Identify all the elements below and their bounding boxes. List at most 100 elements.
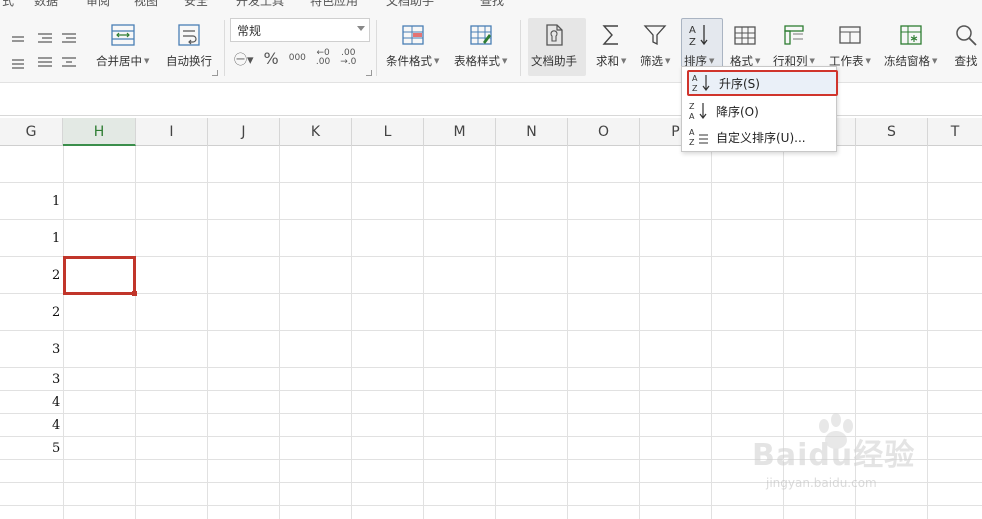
wrap-text-icon xyxy=(178,24,200,46)
table-style-icon xyxy=(470,25,492,45)
sort-az-icon: A Z xyxy=(689,25,708,48)
table-style-label: 表格样式 xyxy=(454,54,500,68)
increase-decimal-button[interactable]: ←0.00 xyxy=(316,49,330,67)
sort-button[interactable]: A Z 排序 ▼ xyxy=(684,22,714,69)
gridline xyxy=(567,146,568,519)
menu-item-data[interactable]: 数据 xyxy=(34,0,58,9)
svg-text:Z: Z xyxy=(692,84,698,93)
menu-item-review[interactable]: 审阅 xyxy=(86,0,110,9)
conditional-format-button[interactable]: 条件格式 ▼ xyxy=(386,22,439,69)
worksheet-icon xyxy=(839,26,861,44)
gridline xyxy=(711,146,712,519)
svg-text:A: A xyxy=(689,128,695,137)
column-header-s[interactable]: S xyxy=(856,118,928,146)
doc-assistant-button[interactable]: 文档助手 xyxy=(531,22,577,69)
group-separator xyxy=(520,20,521,76)
cell-g-value[interactable]: 4 xyxy=(52,395,60,410)
gridline xyxy=(63,146,64,519)
spreadsheet-grid[interactable]: 1 1 2 2 3 3 4 4 5 Baidu经验 jingyan.baidu.… xyxy=(0,146,982,519)
gridline xyxy=(0,293,982,294)
search-icon xyxy=(956,25,977,46)
merge-center-button[interactable]: 合并居中 ▼ xyxy=(96,22,149,69)
menu-item-find[interactable]: 查找 xyxy=(480,0,504,9)
chevron-down-icon xyxy=(357,26,365,31)
currency-icon[interactable]: ㊀▾ xyxy=(234,49,254,68)
sum-button[interactable]: 求和 ▼ xyxy=(596,22,626,69)
sum-label: 求和 xyxy=(596,54,619,68)
gridline xyxy=(0,182,982,183)
sort-ascending-icon: A Z xyxy=(692,74,710,93)
column-header-n[interactable]: N xyxy=(496,118,568,146)
format-icon xyxy=(734,26,756,45)
cell-g-value[interactable]: 3 xyxy=(52,342,60,357)
find-button[interactable]: 查找 xyxy=(953,22,979,69)
menu-item-security[interactable]: 安全 xyxy=(184,0,208,9)
sum-icon xyxy=(602,25,619,45)
sort-dropdown-menu: A Z 升序(S) Z A 降序(O) A Z 自定义排序(U)... xyxy=(681,66,838,152)
cell-g-value[interactable]: 4 xyxy=(52,418,60,433)
format-button[interactable]: 格式 ▼ xyxy=(730,22,760,69)
cell-g-value[interactable]: 1 xyxy=(52,194,60,209)
watermark-logo-text: Baidu经验 xyxy=(752,438,916,473)
column-header-o[interactable]: O xyxy=(568,118,640,146)
number-format-buttons: ㊀▾ % 000 ←0.00 .00 →.0 xyxy=(234,46,374,70)
svg-text:A: A xyxy=(692,74,698,83)
filter-label: 筛选 xyxy=(640,54,663,68)
number-format-value: 常规 xyxy=(237,24,262,38)
cell-g-value[interactable]: 3 xyxy=(52,372,60,387)
number-group-launcher[interactable] xyxy=(366,70,372,76)
cell-g-value[interactable]: 5 xyxy=(52,441,60,456)
svg-text:A: A xyxy=(689,25,696,36)
freeze-panes-label: 冻结窗格 xyxy=(884,54,930,68)
custom-sort-item[interactable]: A Z 自定义排序(U)... xyxy=(682,124,836,150)
column-header-h[interactable]: H xyxy=(63,118,136,146)
filter-button[interactable]: 筛选 ▼ xyxy=(640,22,670,69)
column-header-t[interactable]: T xyxy=(928,118,982,146)
svg-text:Z: Z xyxy=(689,138,695,147)
sort-ascending-item[interactable]: A Z 升序(S) xyxy=(687,70,838,96)
column-header-m[interactable]: M xyxy=(424,118,496,146)
column-header-k[interactable]: K xyxy=(280,118,352,146)
number-format-select[interactable]: 常规 xyxy=(230,18,370,42)
gridline xyxy=(423,146,424,519)
row-col-button[interactable]: 行和列 ▼ xyxy=(773,22,815,69)
alignment-icons[interactable] xyxy=(6,20,78,70)
selected-cell-h[interactable] xyxy=(63,256,137,296)
menu-item[interactable]: 式 xyxy=(2,0,14,9)
cell-g-value[interactable]: 2 xyxy=(52,305,60,320)
percent-button[interactable]: % xyxy=(264,49,279,68)
fill-handle[interactable] xyxy=(132,291,137,296)
gridline xyxy=(0,367,982,368)
watermark: Baidu经验 jingyan.baidu.com xyxy=(752,412,982,502)
thousands-separator-button[interactable]: 000 xyxy=(289,53,306,63)
conditional-format-label: 条件格式 xyxy=(386,54,432,68)
merge-cells-icon xyxy=(111,24,135,46)
column-header-l[interactable]: L xyxy=(352,118,424,146)
find-label: 查找 xyxy=(954,54,978,68)
menu-item-features[interactable]: 特色应用 xyxy=(310,0,358,9)
column-header-j[interactable]: J xyxy=(208,118,280,146)
sort-descending-item[interactable]: Z A 降序(O) xyxy=(682,98,836,124)
menu-item-view[interactable]: 视图 xyxy=(134,0,158,9)
alignment-group-launcher[interactable] xyxy=(212,70,218,76)
menu-item-devtools[interactable]: 开发工具 xyxy=(236,0,284,9)
wrap-text-button[interactable]: 自动换行 xyxy=(166,22,212,69)
sort-ascending-label: 升序(S) xyxy=(719,76,760,91)
row-col-icon xyxy=(784,25,804,45)
column-header-i[interactable]: I xyxy=(136,118,208,146)
menu-item-docassist[interactable]: 文档助手 xyxy=(386,0,434,9)
column-header-g[interactable]: G xyxy=(0,118,63,146)
cell-g-value[interactable]: 1 xyxy=(52,231,60,246)
worksheet-button[interactable]: 工作表 ▼ xyxy=(829,22,871,69)
freeze-panes-button[interactable]: 冻结窗格 ▼ xyxy=(884,22,937,69)
merge-center-label: 合并居中 xyxy=(96,54,142,68)
sort-descending-label: 降序(O) xyxy=(716,104,759,119)
gridline xyxy=(0,390,982,391)
cell-g-value[interactable]: 2 xyxy=(52,268,60,283)
decrease-decimal-button[interactable]: .00 →.0 xyxy=(340,49,356,67)
wrap-text-label: 自动换行 xyxy=(166,54,212,68)
filter-icon xyxy=(643,25,667,46)
gridline xyxy=(351,146,352,519)
table-style-button[interactable]: 表格样式 ▼ xyxy=(454,22,507,69)
svg-text:Z: Z xyxy=(689,37,696,48)
